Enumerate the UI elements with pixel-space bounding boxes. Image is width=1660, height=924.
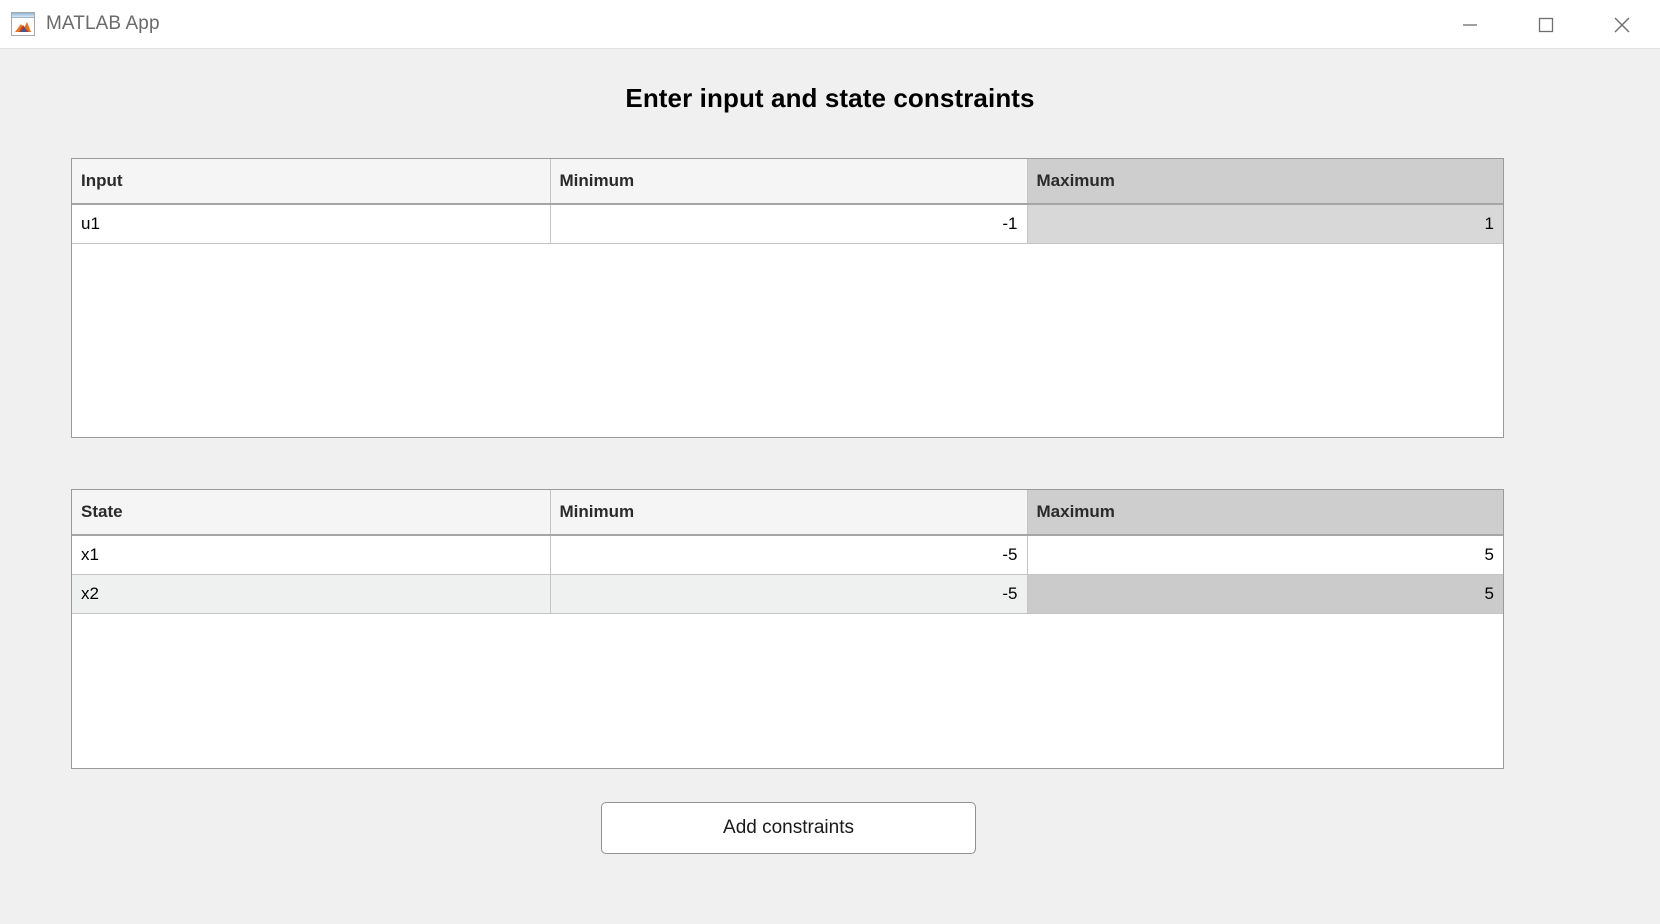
title-bar: MATLAB App — [0, 0, 1660, 49]
table-row[interactable]: x2 -5 5 — [72, 574, 1503, 614]
input-col-header-input[interactable]: Input — [72, 159, 551, 205]
state-constraints-table[interactable]: State Minimum Maximum x1 -5 5 x2 -5 5 — [71, 489, 1504, 769]
maximize-icon — [1538, 17, 1554, 32]
state-cell-name[interactable]: x1 — [72, 535, 551, 575]
table-row[interactable]: x1 -5 5 — [72, 535, 1503, 575]
app-icon-titlestrip — [12, 13, 34, 18]
minimize-icon — [1463, 23, 1477, 26]
maximize-button[interactable] — [1508, 0, 1584, 49]
input-table-header-row: Input Minimum Maximum — [72, 159, 1503, 205]
state-cell-minimum[interactable]: -5 — [550, 535, 1028, 575]
matlab-app-icon — [11, 12, 35, 36]
minimize-button[interactable] — [1432, 0, 1508, 49]
table-row[interactable]: u1 -1 1 — [72, 204, 1503, 244]
matlab-membrane-glyph — [15, 22, 31, 32]
state-cell-minimum[interactable]: -5 — [550, 574, 1028, 614]
state-table-grid: State Minimum Maximum x1 -5 5 x2 -5 5 — [72, 490, 1503, 614]
input-cell-maximum[interactable]: 1 — [1027, 204, 1503, 244]
window-controls — [1432, 0, 1660, 49]
close-button[interactable] — [1584, 0, 1660, 49]
input-col-header-minimum[interactable]: Minimum — [550, 159, 1028, 205]
input-cell-minimum[interactable]: -1 — [550, 204, 1028, 244]
input-table-grid: Input Minimum Maximum u1 -1 1 — [72, 159, 1503, 244]
page-title: Enter input and state constraints — [625, 83, 1035, 113]
input-cell-name[interactable]: u1 — [72, 204, 551, 244]
state-col-header-maximum[interactable]: Maximum — [1027, 490, 1503, 536]
state-table-header-row: State Minimum Maximum — [72, 490, 1503, 536]
close-icon — [1614, 17, 1630, 32]
state-col-header-minimum[interactable]: Minimum — [550, 490, 1028, 536]
state-cell-maximum[interactable]: 5 — [1027, 574, 1503, 614]
window-title: MATLAB App — [46, 13, 160, 34]
input-constraints-table[interactable]: Input Minimum Maximum u1 -1 1 — [71, 158, 1504, 438]
state-cell-maximum[interactable]: 5 — [1027, 535, 1503, 575]
state-cell-name[interactable]: x2 — [72, 574, 551, 614]
input-col-header-maximum[interactable]: Maximum — [1027, 159, 1503, 205]
add-constraints-button[interactable]: Add constraints — [601, 802, 976, 854]
state-col-header-state[interactable]: State — [72, 490, 551, 536]
